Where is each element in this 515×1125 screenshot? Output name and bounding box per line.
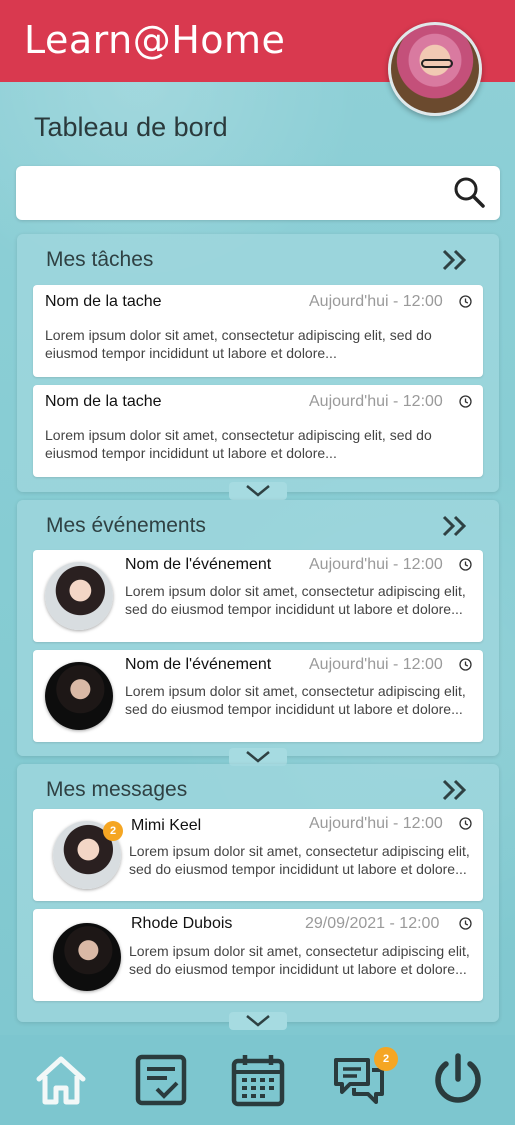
page-title: Tableau de bord [34, 112, 228, 142]
user-avatar[interactable] [388, 22, 482, 116]
message-sender: Mimi Keel [131, 817, 202, 834]
clock-icon [459, 295, 472, 308]
tasks-section: Mes tâches Nom de la tache Aujourd'hui -… [17, 234, 499, 500]
messages-expand-button[interactable] [229, 1012, 287, 1030]
home-icon[interactable] [33, 1052, 89, 1108]
task-description: Lorem ipsum dolor sit amet, consectetur … [45, 327, 432, 361]
message-preview: Lorem ipsum dolor sit amet, consectetur … [129, 843, 470, 877]
chevron-down-icon [246, 485, 270, 497]
messages-section: Mes messages 2 Mimi Keel Aujourd'hui - 1… [17, 764, 499, 1030]
task-card[interactable]: Nom de la tache Aujourd'hui - 12:00 Lore… [33, 385, 483, 477]
search-bar[interactable] [16, 166, 500, 220]
task-description: Lorem ipsum dolor sit amet, consectetur … [45, 427, 432, 461]
unread-badge: 2 [103, 821, 123, 841]
chat-badge: 2 [374, 1047, 398, 1071]
chevron-down-icon [246, 751, 270, 763]
clock-icon [459, 817, 472, 830]
event-card[interactable]: Nom de l'événement Aujourd'hui - 12:00 L… [33, 650, 483, 742]
bottom-navigation: 2 [0, 1035, 515, 1125]
events-section-title: Mes événements [46, 514, 206, 537]
message-time: Aujourd'hui - 12:00 [309, 815, 443, 832]
message-avatar [53, 923, 121, 991]
task-card[interactable]: Nom de la tache Aujourd'hui - 12:00 Lore… [33, 285, 483, 377]
message-card[interactable]: 2 Mimi Keel Aujourd'hui - 12:00 Lorem ip… [33, 809, 483, 901]
task-time: Aujourd'hui - 12:00 [309, 293, 443, 310]
event-description: Lorem ipsum dolor sit amet, consectetur … [125, 583, 466, 617]
event-time: Aujourd'hui - 12:00 [309, 656, 443, 673]
double-chevron-right-icon[interactable] [441, 514, 469, 538]
message-sender: Rhode Dubois [131, 915, 233, 932]
task-time: Aujourd'hui - 12:00 [309, 393, 443, 410]
double-chevron-right-icon[interactable] [441, 778, 469, 802]
messages-section-title: Mes messages [46, 778, 188, 801]
double-chevron-right-icon[interactable] [441, 248, 469, 272]
tasks-expand-button[interactable] [229, 482, 287, 500]
event-avatar [45, 562, 113, 630]
calendar-icon[interactable] [230, 1052, 286, 1108]
message-preview: Lorem ipsum dolor sit amet, consectetur … [129, 943, 470, 977]
event-title: Nom de l'événement [125, 656, 272, 673]
tasks-icon[interactable] [133, 1052, 189, 1108]
app-title: Learn@Home [24, 18, 286, 62]
search-input[interactable] [28, 176, 448, 210]
message-time: 29/09/2021 - 12:00 [305, 915, 440, 932]
tasks-section-title: Mes tâches [46, 248, 154, 271]
clock-icon [459, 658, 472, 671]
power-icon[interactable] [430, 1052, 486, 1108]
event-title: Nom de l'événement [125, 556, 272, 573]
clock-icon [459, 395, 472, 408]
clock-icon [459, 558, 472, 571]
event-time: Aujourd'hui - 12:00 [309, 556, 443, 573]
task-title: Nom de la tache [45, 393, 162, 410]
event-card[interactable]: Nom de l'événement Aujourd'hui - 12:00 L… [33, 550, 483, 642]
clock-icon [459, 917, 472, 930]
chevron-down-icon [246, 1015, 270, 1027]
event-description: Lorem ipsum dolor sit amet, consectetur … [125, 683, 466, 717]
event-avatar [45, 662, 113, 730]
events-section: Mes événements Nom de l'événement Aujour… [17, 500, 499, 766]
task-title: Nom de la tache [45, 293, 162, 310]
message-card[interactable]: Rhode Dubois 29/09/2021 - 12:00 Lorem ip… [33, 909, 483, 1001]
search-icon[interactable] [451, 174, 487, 210]
